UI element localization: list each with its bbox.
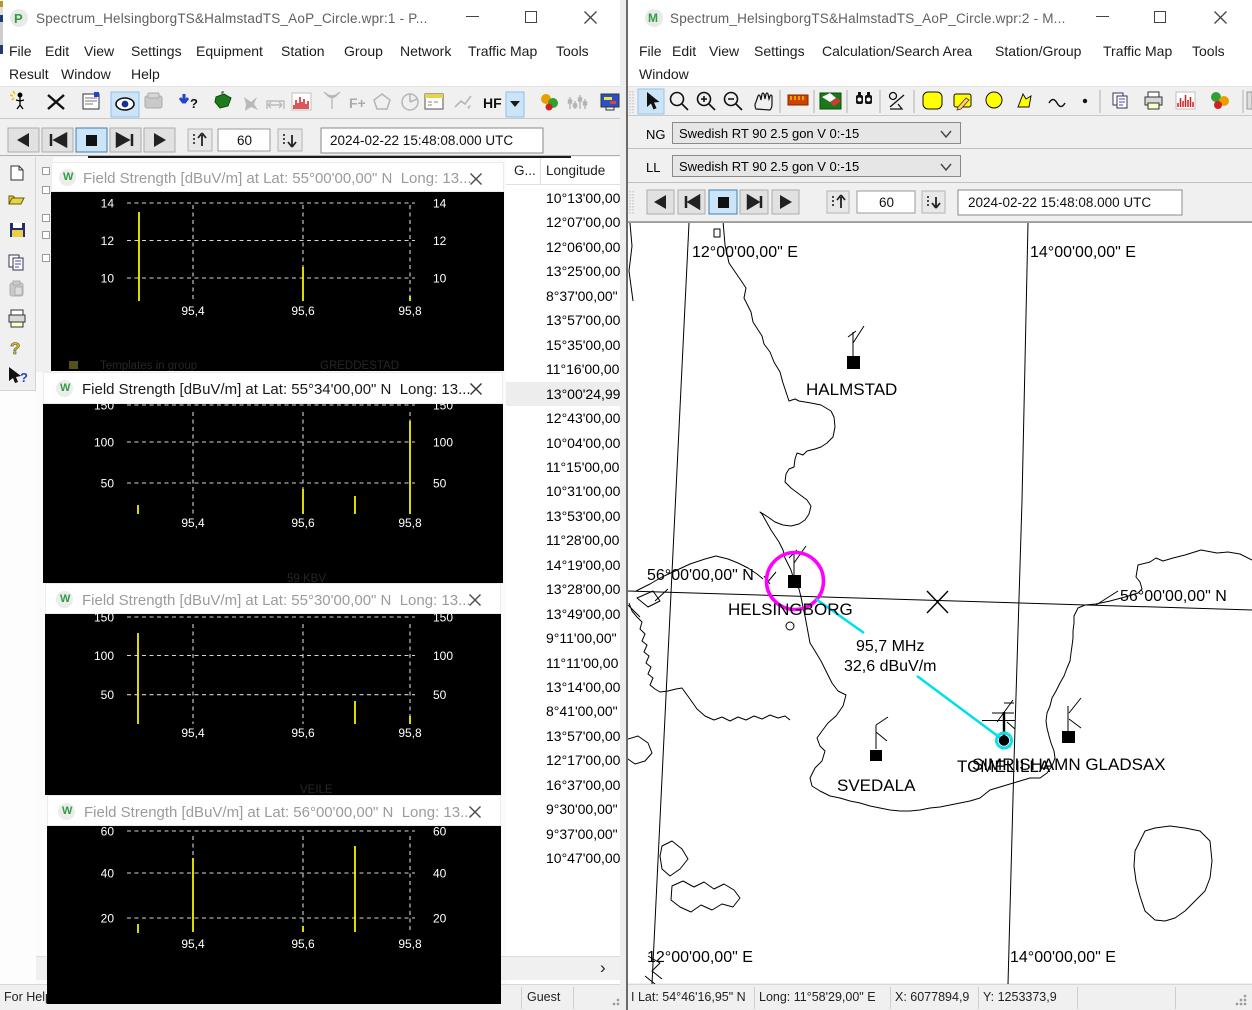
svg-text:2024-02-22 15:48:08.000 UTC: 2024-02-22 15:48:08.000 UTC xyxy=(968,195,1151,210)
svg-text:95,7 MHz: 95,7 MHz xyxy=(856,638,924,655)
svg-text:56°00'00,00" N: 56°00'00,00" N xyxy=(1120,588,1227,605)
svg-text:100: 100 xyxy=(433,436,453,450)
svg-text:SVEDALA: SVEDALA xyxy=(837,776,916,795)
svg-text:60: 60 xyxy=(101,826,115,839)
svg-text:95,4: 95,4 xyxy=(181,937,205,951)
svg-text:VEILE: VEILE xyxy=(300,784,333,795)
svg-text:150: 150 xyxy=(94,614,114,625)
svg-text:HELSINGBORG: HELSINGBORG xyxy=(728,600,853,619)
svg-text:95,4: 95,4 xyxy=(181,516,205,530)
svg-text:60: 60 xyxy=(879,195,894,210)
svg-text:12°00'00,00" E: 12°00'00,00" E xyxy=(647,949,753,966)
svg-text:10: 10 xyxy=(101,272,115,286)
svg-text:100: 100 xyxy=(433,649,453,663)
svg-text:10: 10 xyxy=(433,272,447,286)
svg-text:95,8: 95,8 xyxy=(398,937,422,951)
svg-text:40: 40 xyxy=(433,867,447,881)
svg-text:95,6: 95,6 xyxy=(291,516,315,530)
svg-text:50: 50 xyxy=(101,477,115,491)
svg-text:GREDDESTAD: GREDDESTAD xyxy=(320,360,399,371)
svg-text:95,6: 95,6 xyxy=(291,726,315,740)
svg-text:?: ? xyxy=(10,339,20,358)
svg-text:Templates in group: Templates in group xyxy=(100,360,197,371)
svg-text:60: 60 xyxy=(237,133,252,148)
svg-text:150: 150 xyxy=(433,614,453,625)
svg-text:12: 12 xyxy=(433,234,447,248)
svg-text:50: 50 xyxy=(433,688,447,702)
svg-text:?: ? xyxy=(190,96,198,111)
svg-text:F+: F+ xyxy=(349,95,366,111)
svg-text:12: 12 xyxy=(101,234,115,248)
svg-text:14: 14 xyxy=(433,197,447,211)
svg-text:150: 150 xyxy=(94,404,114,413)
svg-text:150: 150 xyxy=(433,404,453,413)
svg-text:56°00'00,00" N: 56°00'00,00" N xyxy=(647,567,754,584)
svg-text:95,6: 95,6 xyxy=(291,304,315,318)
svg-text:95,8: 95,8 xyxy=(398,726,422,740)
svg-text:100: 100 xyxy=(94,436,114,450)
svg-text:95,8: 95,8 xyxy=(398,516,422,530)
svg-text:14°00'00,00" E: 14°00'00,00" E xyxy=(1030,244,1136,261)
svg-text:95,8: 95,8 xyxy=(398,304,422,318)
svg-text:50: 50 xyxy=(433,477,447,491)
svg-text:14°00'00,00" E: 14°00'00,00" E xyxy=(1010,949,1116,966)
svg-text:95,6: 95,6 xyxy=(291,937,315,951)
svg-text:50: 50 xyxy=(101,688,115,702)
svg-text:2024-02-22 15:48:08.000 UTC: 2024-02-22 15:48:08.000 UTC xyxy=(330,133,513,148)
svg-text:95,4: 95,4 xyxy=(181,726,205,740)
svg-text:?: ? xyxy=(20,370,28,385)
svg-text:100: 100 xyxy=(94,649,114,663)
svg-text:12°00'00,00" E: 12°00'00,00" E xyxy=(692,244,798,261)
svg-text:60: 60 xyxy=(433,826,447,839)
svg-text:59 KBV: 59 KBV xyxy=(287,573,326,583)
svg-text:HF: HF xyxy=(483,95,502,111)
svg-text:32,6 dBuV/m: 32,6 dBuV/m xyxy=(844,658,937,675)
svg-text:95,4: 95,4 xyxy=(181,304,205,318)
svg-text:TOMELILLA: TOMELILLA xyxy=(957,757,1051,776)
svg-text:20: 20 xyxy=(101,912,115,926)
svg-text:14: 14 xyxy=(101,197,115,211)
svg-text:20: 20 xyxy=(433,912,447,926)
svg-text:40: 40 xyxy=(101,867,115,881)
svg-text:HALMSTAD: HALMSTAD xyxy=(806,380,897,399)
